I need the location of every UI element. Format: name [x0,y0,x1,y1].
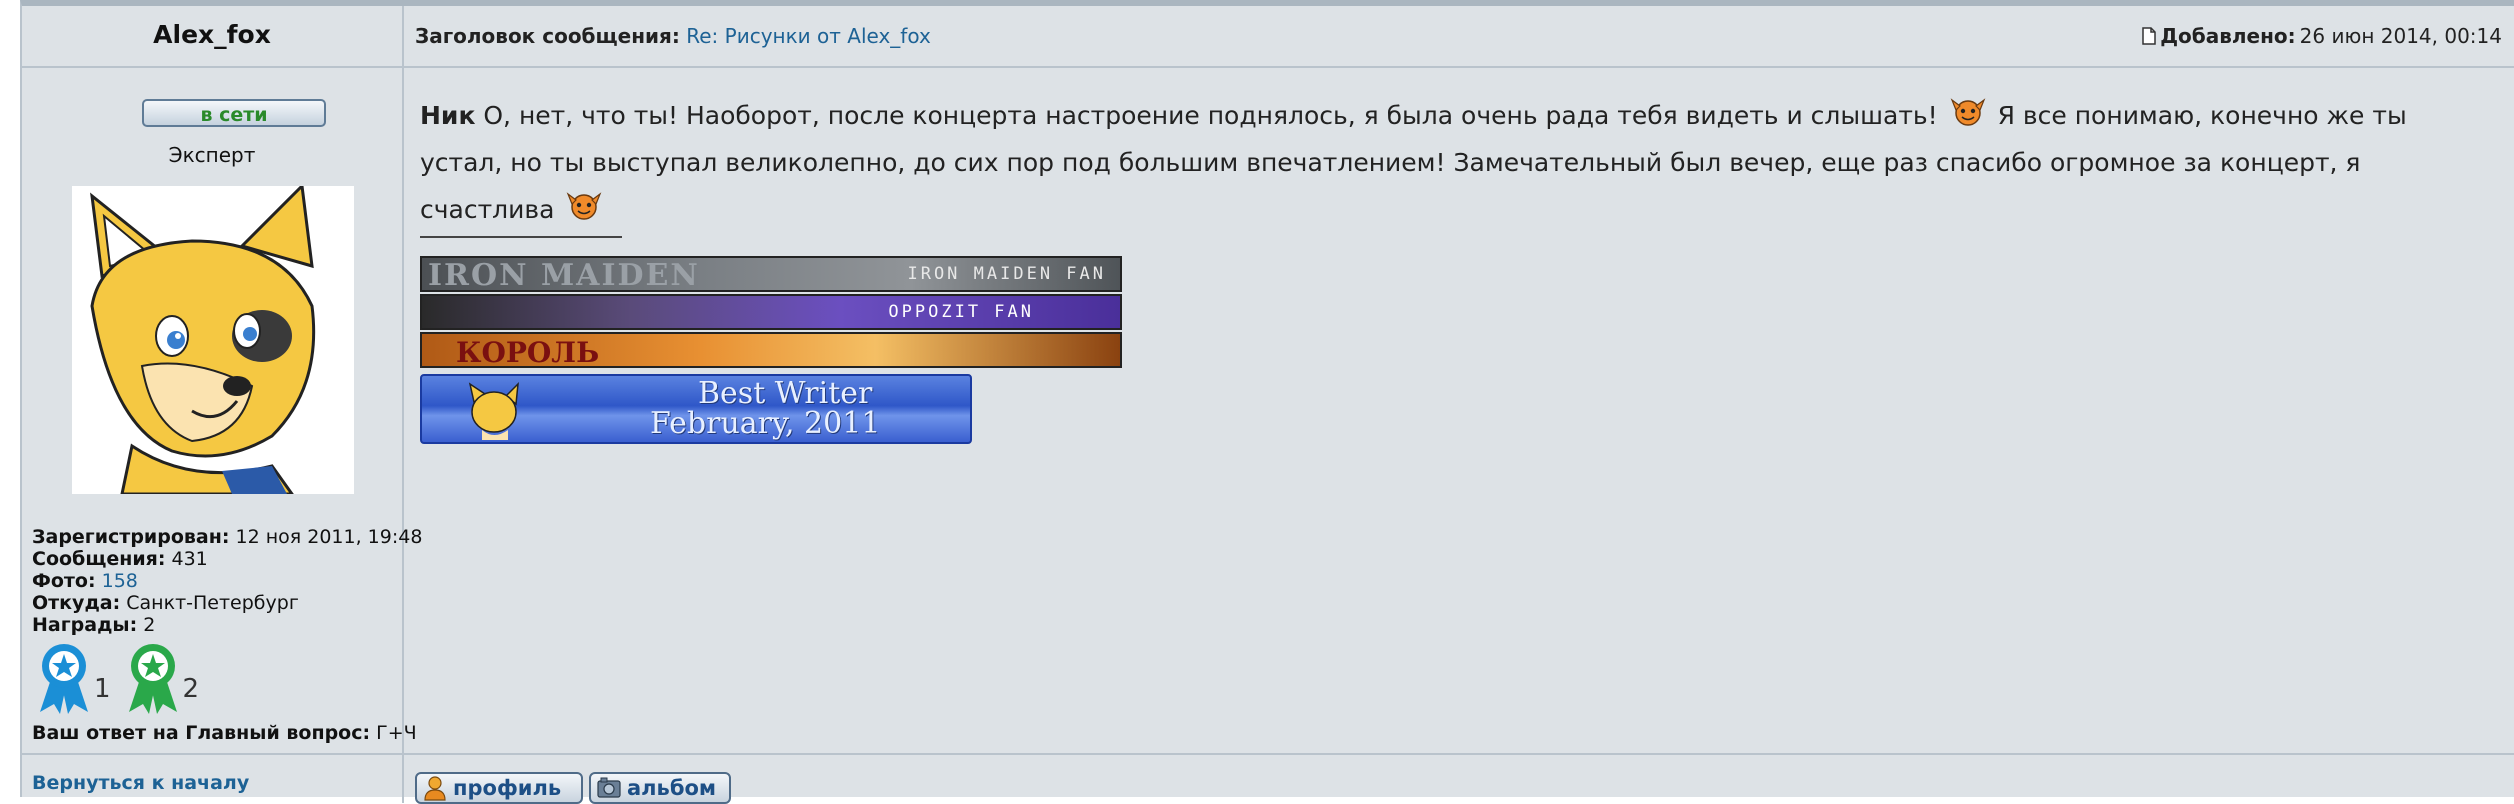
iron-maiden-fan-banner: IRON MAIDEN IRON MAIDEN FAN [420,256,1122,292]
user-rank: Эксперт [168,143,256,167]
messages-row: Сообщения: 431 [32,548,422,570]
fox-icon [468,382,519,440]
award-ribbon-icon [128,644,177,714]
header-divider [22,66,2514,68]
messages-label: Сообщения: [32,548,166,570]
added-label: Добавлено: [2160,24,2296,48]
main-question-answer: Ваш ответ на Главный вопрос: Г+Ч [32,722,417,744]
korol-banner: КОРОЛЬ [420,332,1122,368]
photo-count-link[interactable]: 158 [102,570,138,592]
smiley-icon [567,192,602,220]
online-status-badge: в сети [142,99,326,127]
awards-label: Награды: [32,614,138,636]
banner-line2: February, 2011 [650,406,881,441]
award-count: 1 [94,674,111,704]
award-ribbon-icon [40,644,88,714]
profile-button[interactable]: профиль [415,772,583,804]
post-subject: Заголовок сообщения: Re: Рисунки от Alex… [415,24,931,48]
back-to-top-link[interactable]: Вернуться к началу [32,772,249,794]
registered-label: Зарегистрирован: [32,526,230,548]
album-button-label: альбом [627,776,717,800]
award-item[interactable]: 2 [125,642,200,714]
photo-label: Фото: [32,570,96,592]
post-date: Добавлено: 26 июн 2014, 00:14 [2142,24,2502,48]
document-icon[interactable] [2142,27,2156,45]
photo-row: Фото: 158 [32,570,422,592]
page-margin [0,0,20,797]
avatar [72,186,354,494]
column-divider [402,6,404,803]
forum-post: Alex_fox Заголовок сообщения: Re: Рисунк… [20,0,2514,804]
profile-details: Зарегистрирован: 12 ноя 2011, 19:48 Сооб… [32,526,422,636]
profile-button-label: профиль [453,776,562,800]
subject-label: Заголовок сообщения: [415,24,680,48]
profile-icon [424,776,446,801]
messages-value: 431 [171,548,208,570]
award-item[interactable]: 1 [36,642,111,714]
album-button[interactable]: альбом [589,772,731,804]
subject-link[interactable]: Re: Рисунки от Alex_fox [686,24,931,48]
awards-row: Награды: 2 [32,614,422,636]
registered-row: Зарегистрирован: 12 ноя 2011, 19:48 [32,526,422,548]
message-body: Ник О, нет, что ты! Наоборот, после конц… [420,92,2480,233]
answer-label: Ваш ответ на Главный вопрос: [32,722,371,744]
awards-list: 1 2 [36,642,199,714]
album-icon [597,777,621,798]
best-writer-banner: Best Writer February, 2011 [420,374,972,444]
banner-logo: КОРОЛЬ [456,336,600,368]
from-label: Откуда: [32,592,121,614]
from-row: Откуда: Санкт-Петербург [32,592,422,614]
oppozit-fan-banner: OPPOZIT FAN [420,294,1122,330]
footer-divider [22,753,2514,755]
fox-avatar-image [72,186,354,494]
banner-text: IRON MAIDEN FAN [907,264,1106,284]
added-value: 26 июн 2014, 00:14 [2299,24,2502,48]
from-value: Санкт-Петербург [126,592,299,614]
registered-value: 12 ноя 2011, 19:48 [235,526,423,548]
banner-text: OPPOZIT FAN [888,302,1034,322]
signature-divider [420,236,622,238]
message-text-part1: О, нет, что ты! Наоборот, после концерта… [483,101,1938,130]
banner-logo: IRON MAIDEN [428,258,700,292]
message-nick: Ник [420,101,476,130]
author-name[interactable]: Alex_fox [22,20,402,49]
awards-value: 2 [143,614,156,636]
answer-value: Г+Ч [376,722,417,744]
smiley-icon [1950,98,1985,126]
award-count: 2 [182,674,200,704]
